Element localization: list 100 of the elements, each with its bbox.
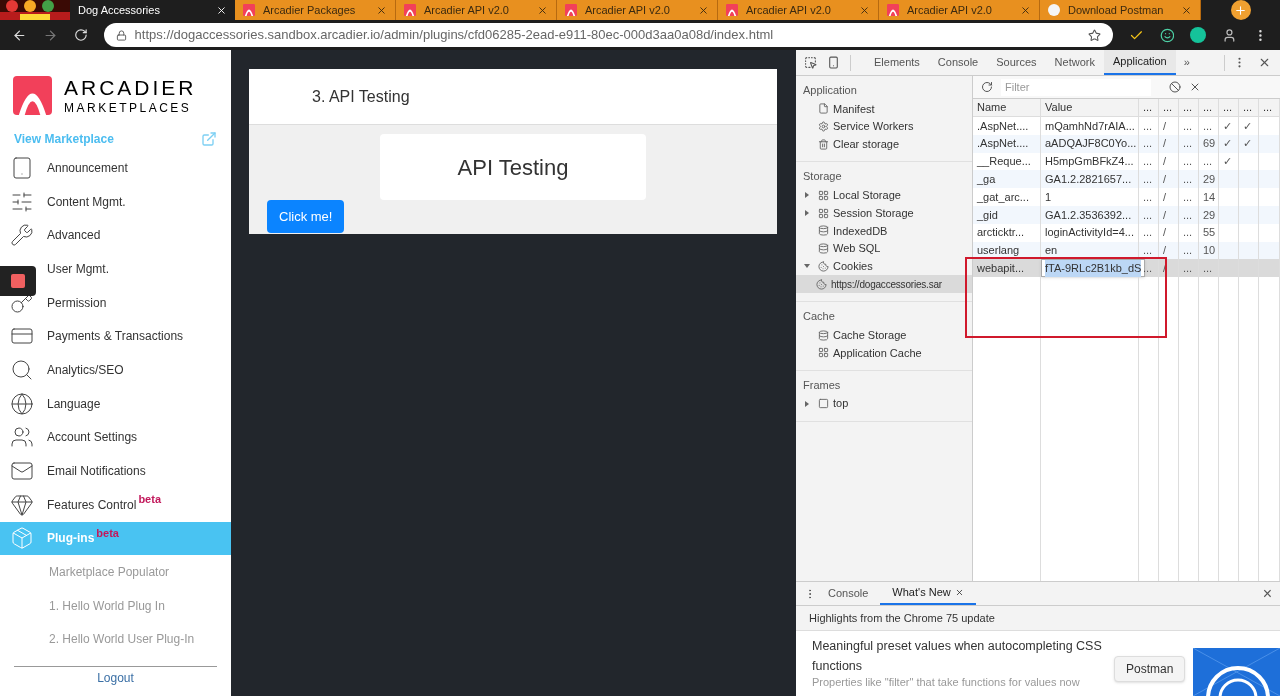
tree-item[interactable]: IndexedDB <box>796 222 972 240</box>
column-header[interactable]: Name <box>973 99 1041 116</box>
table-row[interactable]: _ga GA1.2.2821657... ... / ... 29 <box>973 170 1280 189</box>
browser-tab[interactable]: Download Postman <box>1040 0 1201 20</box>
tree-item[interactable]: Local Storage <box>796 186 972 205</box>
tooltip: Postman <box>1114 656 1186 682</box>
page-title: 3. API Testing <box>312 86 410 107</box>
screen-recorder-menu[interactable] <box>0 266 36 296</box>
click-me-button[interactable]: Click me! <box>267 200 345 233</box>
close-tab-icon[interactable] <box>954 588 964 597</box>
tree-item[interactable]: top <box>796 394 972 413</box>
collapsed-arrow-icon[interactable] <box>804 210 810 217</box>
tree-item-icon <box>818 189 829 201</box>
tree-item[interactable]: Session Storage <box>796 204 972 222</box>
devtools-tab[interactable]: Elements <box>865 50 929 75</box>
tree-item[interactable]: Web SQL <box>796 239 972 258</box>
tree-item-icon <box>818 329 829 341</box>
sidebar-item[interactable]: Content Mgmt. <box>0 184 231 219</box>
table-cell-text: mQamhNd7rAIA... <box>1044 118 1136 134</box>
collapsed-arrow-icon[interactable] <box>804 400 810 407</box>
filter-field[interactable]: Filter <box>1001 78 1151 96</box>
column-header[interactable]: ... <box>1239 99 1259 116</box>
tree-item[interactable]: Manifest <box>796 100 972 118</box>
delete-icon[interactable] <box>1189 81 1201 93</box>
device-toolbar-icon[interactable] <box>827 56 840 69</box>
browser-tab[interactable]: Dog Accessories <box>70 0 235 20</box>
expanded-arrow-icon[interactable] <box>804 263 810 270</box>
table-cell-text: / <box>1162 136 1168 152</box>
tree-item-icon <box>818 398 829 410</box>
menu-item-icon <box>10 223 34 248</box>
sidebar-item[interactable]: Language <box>0 386 231 421</box>
bookmark-icon[interactable] <box>1087 28 1101 42</box>
devtools-tab[interactable]: Sources <box>987 50 1046 75</box>
close-drawer-button[interactable]: × <box>1262 581 1280 606</box>
menu-item-icon <box>10 391 34 416</box>
table-cell-text: ... <box>1142 189 1154 205</box>
tab-logo-icon <box>726 4 738 16</box>
column-header[interactable]: ... <box>1199 99 1219 116</box>
table-cell-text: ... <box>1182 172 1194 188</box>
browser-tab[interactable]: Arcadier API v2.0 <box>879 0 1040 20</box>
tree-item[interactable]: Cache Storage <box>796 326 972 344</box>
sidebar-item[interactable]: Advanced <box>0 218 231 253</box>
browser-tab[interactable]: Arcadier API v2.0 <box>396 0 557 20</box>
sidebar-item[interactable]: Account Settings <box>0 420 231 455</box>
edit-field[interactable]: fTA-9RLc2B1kb_dS <box>1041 259 1146 278</box>
page-heading: API Testing <box>457 153 569 182</box>
sidebar-item[interactable]: Email Notifications <box>0 454 231 488</box>
tree-item[interactable]: Application Cache <box>796 343 972 362</box>
table-cell-text: / <box>1162 225 1168 241</box>
devtools-tab[interactable]: Console <box>928 50 988 75</box>
column-header[interactable]: ... <box>1139 99 1159 116</box>
table-cell-text: ... <box>1142 207 1154 223</box>
drawer-tab[interactable]: Console <box>816 582 881 605</box>
sidebar-item[interactable]: Analytics/SEO <box>0 353 231 387</box>
section-heading: Frames <box>802 377 842 393</box>
table-cell-text: arcticktr... <box>976 225 1026 241</box>
browser-tab[interactable]: Arcadier API v2.0 <box>718 0 879 20</box>
forward-icon[interactable] <box>42 27 58 43</box>
tree-item[interactable]: Clear storage <box>796 135 972 154</box>
sidebar-item[interactable]: Payments & Transactions <box>0 319 231 354</box>
table-cell-text: ... <box>1182 118 1194 134</box>
table-cell-text: ... <box>1142 172 1154 188</box>
browser-tab[interactable]: Arcadier Packages <box>235 0 396 20</box>
reload-icon[interactable] <box>73 28 88 42</box>
refresh-icon[interactable] <box>981 81 993 93</box>
column-header[interactable]: Value <box>1041 99 1139 116</box>
column-header[interactable]: ... <box>1179 99 1199 116</box>
table-cell-text: ✓ <box>1222 118 1233 134</box>
address-field[interactable]: https://dogaccessories.sandbox.arcadier.io/admin/plugins/cfd06285-2ead-e911-80ec-000d3aa0a08d/index.html <box>103 23 1113 47</box>
table-cell-text: 29 <box>1202 172 1217 188</box>
collapsed-arrow-icon[interactable] <box>804 192 810 199</box>
feature-headline: Meaningful preset values when autocompleting CSS functions <box>812 638 1103 675</box>
brand-subtitle: MARKETPLACES <box>64 101 193 114</box>
table-cell-text: ✓ <box>1222 136 1233 152</box>
column-header[interactable]: ... <box>1159 99 1179 116</box>
column-header[interactable]: ... <box>1219 99 1239 116</box>
feature-description: Properties like "filter" that take functions for values now <box>812 676 1081 689</box>
clear-all-icon[interactable] <box>1169 81 1181 93</box>
logout-link[interactable]: Logout <box>0 672 231 685</box>
extension-icon[interactable] <box>1190 27 1207 43</box>
close-icon[interactable] <box>216 4 227 16</box>
browser-tab[interactable]: Arcadier API v2.0 <box>557 0 718 20</box>
tab-logo-icon <box>887 4 899 16</box>
extension-icon[interactable] <box>1159 27 1175 43</box>
sidebar-item[interactable]: Announcement <box>0 151 231 185</box>
table-cell-text: _gid <box>976 207 999 223</box>
back-icon[interactable] <box>12 27 27 43</box>
tree-item-icon <box>818 243 829 255</box>
tab-logo-icon <box>565 4 577 16</box>
inspect-icon[interactable] <box>804 56 817 69</box>
table-cell-text: ... <box>1142 136 1154 152</box>
column-header[interactable]: ... <box>1259 99 1280 116</box>
devtools-tab[interactable]: Application <box>1103 50 1176 75</box>
table-row[interactable]: _gat_arc... 1 ... / ... 14 <box>973 188 1280 206</box>
tree-item[interactable]: https://dogaccessories.sar <box>796 275 972 294</box>
table-cell-text: ✓ <box>1242 136 1253 152</box>
devtools-tab[interactable]: Network <box>1045 50 1104 75</box>
tree-item[interactable]: Service Workers <box>796 117 972 136</box>
more-tabs-button[interactable]: » <box>1175 54 1198 71</box>
tree-item[interactable]: Cookies <box>796 257 972 276</box>
